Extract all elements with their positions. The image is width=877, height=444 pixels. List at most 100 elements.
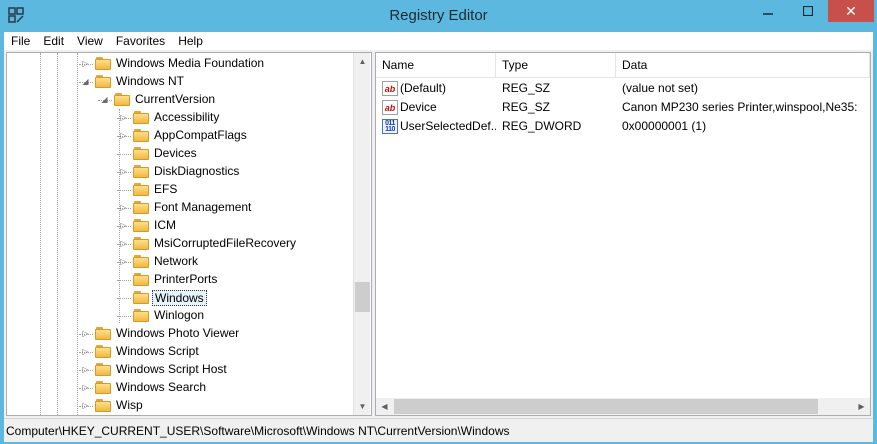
tree-item[interactable]: ▷ Windows Script Host [7,361,353,379]
value-row[interactable]: ab (Default) REG_SZ (value not set) [376,79,870,98]
tree-item[interactable]: Devices [7,145,353,163]
minimize-button[interactable] [748,0,788,22]
maximize-icon [803,6,813,16]
expand-arrow-icon[interactable]: ▷ [119,239,128,248]
value-row[interactable]: 011 110 UserSelectedDef... REG_DWORD 0x0000… [376,117,870,136]
tree-item-label[interactable]: Windows NT [114,74,186,90]
tree-item-label[interactable]: CurrentVersion [133,92,217,108]
tree-item[interactable]: ▷ Windows Script [7,343,353,361]
tree-item-label[interactable]: Windows Script [114,344,201,360]
tree-scroll-thumb[interactable] [355,282,370,312]
menu-help[interactable]: Help [171,32,209,50]
tree-item[interactable]: ▷ Accessibility [7,109,353,127]
tree-item[interactable]: ▷ Windows Search [7,379,353,397]
folder-icon [133,164,149,179]
string-value-icon: ab [382,81,398,96]
folder-icon [95,56,111,71]
tree-item-label[interactable]: Winlogon [152,308,206,324]
expand-arrow-icon[interactable]: ▷ [81,383,90,392]
menu-favorites[interactable]: Favorites [109,32,171,50]
tree-item[interactable]: ◢ CurrentVersion [7,91,353,109]
tree-item-label[interactable]: ICM [152,218,178,234]
list-scroll-thumb[interactable] [394,399,818,414]
tree-item-label[interactable]: PrinterPorts [152,272,219,288]
tree-item[interactable]: EFS [7,181,353,199]
tree-connector-line [117,190,131,191]
tree-item-label[interactable]: AppCompatFlags [152,128,249,144]
folder-icon [133,290,149,305]
expand-arrow-icon[interactable]: ▷ [119,131,128,140]
folder-icon [95,380,111,395]
expand-arrow-icon[interactable]: ▷ [81,347,90,356]
tree-item[interactable]: ▷ MsiCorruptedFileRecovery [7,235,353,253]
tree-item-label[interactable]: DiskDiagnostics [152,164,241,180]
expand-arrow-icon[interactable]: ▷ [119,113,128,122]
tree-item[interactable]: ▷ Network [7,253,353,271]
tree-item[interactable]: ◢ Windows NT [7,73,353,91]
tree-item-label[interactable]: Devices [152,146,199,162]
registry-path: Computer\HKEY_CURRENT_USER\Software\Micr… [6,424,510,438]
close-button[interactable]: ✕ [828,0,874,22]
list-horizontal-scrollbar[interactable]: ◀ ▶ [376,398,870,415]
value-row[interactable]: ab Device REG_SZ Canon MP230 series Printer… [376,98,870,117]
folder-icon [114,92,130,107]
scroll-left-icon[interactable]: ◀ [376,398,393,415]
tree-item-label[interactable]: Windows Photo Viewer [114,326,241,342]
expand-arrow-icon[interactable]: ▷ [81,329,90,338]
key-tree-pane[interactable]: ▷ Windows Media Foundation ◢ Windows NT ◢ Cur… [6,52,372,416]
folder-icon [133,200,149,215]
tree-item[interactable]: Windows [7,289,353,307]
header-divider [376,77,870,78]
tree-item[interactable]: Winlogon [7,307,353,325]
tree-item-label[interactable]: Windows Media Foundation [114,56,266,72]
menu-view[interactable]: View [70,32,109,50]
client-area: ▷ Windows Media Foundation ◢ Windows NT ◢ Cur… [4,50,873,418]
tree-item[interactable]: ▷ Wisp [7,397,353,415]
values-list-pane[interactable]: Name Type Data ab (Default) REG_SZ (value n… [375,52,871,416]
scroll-up-icon[interactable]: ▲ [354,53,371,70]
expand-arrow-icon[interactable]: ▷ [119,221,128,230]
collapse-arrow-icon[interactable]: ◢ [100,95,109,104]
column-header-name[interactable]: Name [376,53,496,77]
collapse-arrow-icon[interactable]: ◢ [81,77,90,86]
value-type: REG_SZ [502,100,551,114]
tree-item-label[interactable]: Font Management [152,200,253,216]
maximize-button[interactable] [788,0,828,22]
tree-item-label[interactable]: Windows Script Host [114,362,229,378]
tree-vertical-scrollbar[interactable]: ▲ ▼ [353,53,370,415]
column-header-data[interactable]: Data [616,53,870,77]
scroll-right-icon[interactable]: ▶ [853,398,870,415]
tree-item-label[interactable]: Network [152,254,200,270]
folder-icon [95,344,111,359]
tree-item[interactable]: ▷ ICM [7,217,353,235]
folder-icon [95,74,111,89]
expand-arrow-icon[interactable]: ▷ [119,257,128,266]
tree-item[interactable]: ▷ Windows Media Foundation [7,55,353,73]
menu-file[interactable]: File [4,32,36,50]
expand-arrow-icon[interactable]: ▷ [81,401,90,410]
tree-item[interactable]: ▷ AppCompatFlags [7,127,353,145]
folder-icon [133,308,149,323]
tree-item[interactable]: ▷ DiskDiagnostics [7,163,353,181]
menu-edit[interactable]: Edit [36,32,70,50]
tree-item-label[interactable]: EFS [152,182,179,198]
folder-icon [133,236,149,251]
expand-arrow-icon[interactable]: ▷ [81,365,90,374]
tree-item-label[interactable]: Accessibility [152,110,221,126]
expand-arrow-icon[interactable]: ▷ [81,59,90,68]
tree-item-label[interactable]: Windows [152,290,207,306]
expand-arrow-icon[interactable]: ▷ [119,167,128,176]
tree-item[interactable]: ▷ Font Management [7,199,353,217]
tree-item-label[interactable]: Windows Search [114,380,208,396]
folder-icon [133,254,149,269]
value-data: (value not set) [622,81,699,95]
scroll-down-icon[interactable]: ▼ [354,398,371,415]
tree-item-label[interactable]: MsiCorruptedFileRecovery [152,236,298,252]
folder-icon [133,218,149,233]
expand-arrow-icon[interactable]: ▷ [119,203,128,212]
tree-item[interactable]: PrinterPorts [7,271,353,289]
close-icon: ✕ [845,2,857,19]
column-header-type[interactable]: Type [496,53,616,77]
tree-item[interactable]: ▷ Windows Photo Viewer [7,325,353,343]
tree-item-label[interactable]: Wisp [114,398,145,414]
